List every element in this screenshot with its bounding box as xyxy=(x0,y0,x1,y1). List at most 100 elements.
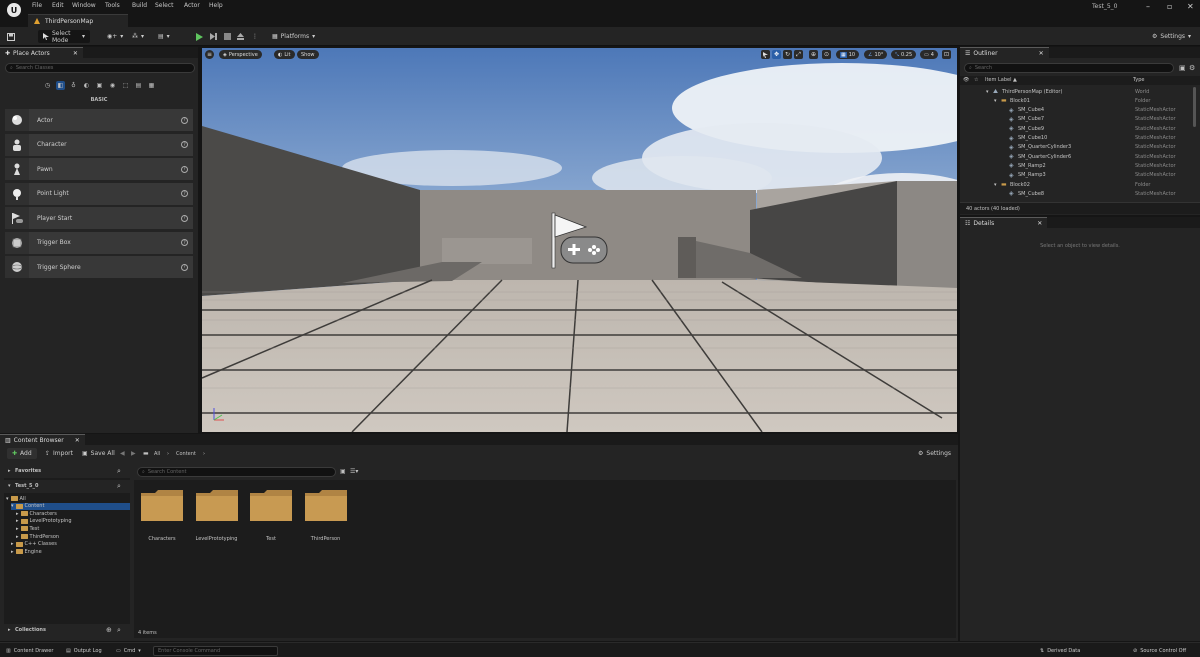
step-icon[interactable] xyxy=(210,30,217,43)
tree-item-all[interactable]: ▾ All xyxy=(6,495,26,502)
forward-icon[interactable]: ▶ xyxy=(131,450,136,457)
outliner-row[interactable]: ◈ SM_Cube4 StaticMeshActor xyxy=(960,106,1200,115)
output-log-button[interactable]: ▤ Output Log xyxy=(66,646,102,655)
doc-tab-thirdpersonmap[interactable]: ThirdPersonMap xyxy=(28,14,128,27)
star-icon[interactable]: ☆ xyxy=(974,77,978,83)
import-button[interactable]: ⇪ Import xyxy=(45,448,73,459)
menu-build[interactable]: Build xyxy=(132,2,147,9)
tab-details[interactable]: ☷ Details ✕ xyxy=(960,217,1048,228)
outliner-row[interactable]: ▾ ▬ Block01 Folder xyxy=(960,96,1200,105)
add-folder-icon[interactable]: ▣ xyxy=(1179,64,1186,72)
chevron-down-icon[interactable]: ▾ xyxy=(994,182,997,188)
tree-item-c-classes[interactable]: ▸ C++ Classes xyxy=(11,541,57,548)
search-icon[interactable]: ⌕ xyxy=(117,482,121,491)
menu-edit[interactable]: Edit xyxy=(52,2,64,9)
tree-item-test[interactable]: ▸ Test xyxy=(16,525,39,532)
rotate-tool-icon[interactable]: ↻ xyxy=(783,50,792,59)
outliner-row[interactable]: ◈ SM_QuarterCylinder6 StaticMeshActor xyxy=(960,152,1200,161)
add-actor-button[interactable]: ◉+ ▾ xyxy=(107,30,123,43)
menu-file[interactable]: File xyxy=(32,2,42,9)
save-all-button[interactable]: ▣ Save All xyxy=(82,448,115,459)
chevron-right-icon[interactable]: ▸ xyxy=(16,526,19,532)
breadcrumb-all[interactable]: All xyxy=(154,451,160,457)
search-content-input[interactable]: ⌕ Search Content xyxy=(137,467,336,477)
lights-icon[interactable]: ♁ xyxy=(69,81,78,90)
actor-item-trigger-sphere[interactable]: Trigger Sphere? xyxy=(5,256,193,278)
chevron-down-icon[interactable]: ▸ xyxy=(11,549,14,555)
gear-icon[interactable]: ⚙ xyxy=(1189,64,1195,72)
chevron-down-icon[interactable]: ▾ xyxy=(6,496,9,502)
tree-item-engine[interactable]: ▸ Engine xyxy=(11,548,42,555)
content-drawer-button[interactable]: ▥ Content Drawer xyxy=(6,646,53,655)
actor-item-actor[interactable]: Actor? xyxy=(5,109,193,131)
tab-place-actors[interactable]: ✚ Place Actors ✕ xyxy=(0,47,83,58)
breadcrumb-content[interactable]: Content xyxy=(176,451,196,457)
surface-snap-icon[interactable]: ⊙ xyxy=(822,50,831,59)
perspective-button[interactable]: ◈ Perspective xyxy=(219,50,262,59)
folder-tile-characters[interactable]: Characters xyxy=(138,488,186,542)
volumes-icon[interactable]: ⬚ xyxy=(121,81,130,90)
column-type[interactable]: Type xyxy=(1133,77,1144,83)
add-collection-icon[interactable]: ⊕ xyxy=(106,626,112,634)
chevron-right-icon[interactable]: ▸ xyxy=(16,534,19,540)
visual-effects-icon[interactable]: ◉ xyxy=(108,81,117,90)
scale-tool-icon[interactable]: ⤢ xyxy=(794,50,803,59)
blueprints-button[interactable]: ⁂ ▾ xyxy=(132,30,144,43)
camera-speed-button[interactable]: ▭ 4 xyxy=(920,50,938,59)
search-icon[interactable]: ⌕ xyxy=(117,626,121,635)
viewport-options-icon[interactable]: ≡ xyxy=(205,50,214,59)
help-icon[interactable]: ? xyxy=(181,214,188,222)
outliner-row[interactable]: ◈ SM_Cube7 StaticMeshActor xyxy=(960,115,1200,124)
add-button[interactable]: ✚ Add xyxy=(7,448,37,459)
lit-button[interactable]: ◐ Lit xyxy=(274,50,295,59)
search-icon[interactable]: ⌕ xyxy=(117,467,121,476)
column-item-label[interactable]: Item Label ▲ xyxy=(985,77,1017,83)
project-header[interactable]: ▾ Test_5_0 ⌕ xyxy=(4,480,130,493)
maximize-viewport-icon[interactable]: ⊡ xyxy=(942,50,951,59)
play-options-icon[interactable]: ⋮ xyxy=(252,30,258,43)
chevron-down-icon[interactable]: ▾ xyxy=(986,89,989,95)
actor-item-player-start[interactable]: Player Start? xyxy=(5,207,193,229)
collections-header[interactable]: ▸ Collections ⊕ ⌕ xyxy=(4,624,130,637)
derived-data-button[interactable]: ⇅ Derived Data xyxy=(1040,646,1080,655)
cmd-dropdown[interactable]: ▭ Cmd ▾ xyxy=(116,646,141,655)
outliner-scrollbar[interactable] xyxy=(1193,87,1196,127)
tree-item-thirdperson[interactable]: ▸ ThirdPerson xyxy=(16,533,59,540)
folder-tile-test[interactable]: Test xyxy=(247,488,295,542)
help-icon[interactable]: ? xyxy=(181,165,188,173)
outliner-row[interactable]: ▾ ⛰ ThirdPersonMap (Editor) World xyxy=(960,87,1200,96)
chevron-right-icon[interactable]: ▸ xyxy=(16,511,19,517)
tab-content-browser[interactable]: ▥ Content Browser ✕ xyxy=(0,434,85,445)
geometry-icon[interactable]: ▦ xyxy=(147,81,156,90)
help-icon[interactable]: ? xyxy=(181,263,188,271)
console-command-input[interactable]: Enter Console Command xyxy=(153,646,278,656)
close-icon[interactable]: ✕ xyxy=(1187,2,1194,11)
chevron-down-icon[interactable]: ▸ xyxy=(11,541,14,547)
favorites-header[interactable]: ▸ Favorites ⌕ xyxy=(4,465,130,478)
scale-snap-button[interactable]: ⤡ 0.25 xyxy=(891,50,917,59)
actor-item-pawn[interactable]: Pawn? xyxy=(5,158,193,180)
menu-tools[interactable]: Tools xyxy=(105,2,120,9)
content-settings-button[interactable]: ⚙ Settings xyxy=(918,448,951,459)
help-icon[interactable]: ? xyxy=(181,239,188,246)
outliner-row[interactable]: ◈ SM_Cube9 StaticMeshActor xyxy=(960,124,1200,133)
tree-item-characters[interactable]: ▸ Characters xyxy=(16,510,57,517)
chevron-down-icon[interactable]: ▾ xyxy=(994,98,997,104)
chevron-right-icon[interactable]: ▸ xyxy=(16,518,19,524)
world-local-icon[interactable]: ⊕ xyxy=(809,50,818,59)
chevron-down-icon[interactable]: ▾ xyxy=(11,503,14,509)
close-tab-icon[interactable]: ✕ xyxy=(1039,50,1044,57)
translate-tool-icon[interactable]: ✥ xyxy=(772,50,781,59)
level-viewport[interactable]: ≡ ◈ Perspective ◐ Lit Show ✥ ↻ ⤢ ⊕ ⊙ ▦ 1… xyxy=(202,48,957,432)
folder-tile-thirdperson[interactable]: ThirdPerson xyxy=(302,488,350,542)
search-classes-input[interactable]: ⌕ Search Classes xyxy=(5,63,195,73)
folder-tile-levelprototyping[interactable]: LevelPrototyping xyxy=(193,488,241,542)
rotation-snap-button[interactable]: ∠ 10° xyxy=(864,50,888,59)
menu-help[interactable]: Help xyxy=(209,2,223,9)
select-mode-dropdown[interactable]: Select Mode ▾ xyxy=(38,30,90,44)
play-button[interactable] xyxy=(196,30,203,43)
cinematics-button[interactable]: ▤ ▾ xyxy=(158,30,170,43)
help-icon[interactable]: ? xyxy=(181,190,188,197)
filter-icon[interactable]: ☰▾ xyxy=(350,468,358,475)
tab-outliner[interactable]: ☰ Outliner ✕ xyxy=(960,47,1049,58)
